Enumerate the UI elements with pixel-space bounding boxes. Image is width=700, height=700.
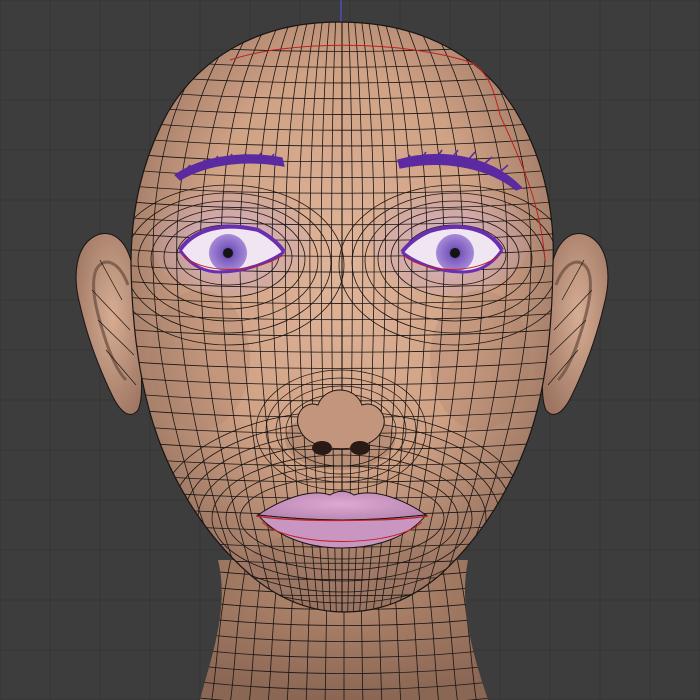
right-pupil: [450, 248, 460, 258]
left-pupil: [223, 248, 233, 258]
viewport-canvas[interactable]: [0, 0, 700, 700]
3d-viewport[interactable]: [0, 0, 700, 700]
